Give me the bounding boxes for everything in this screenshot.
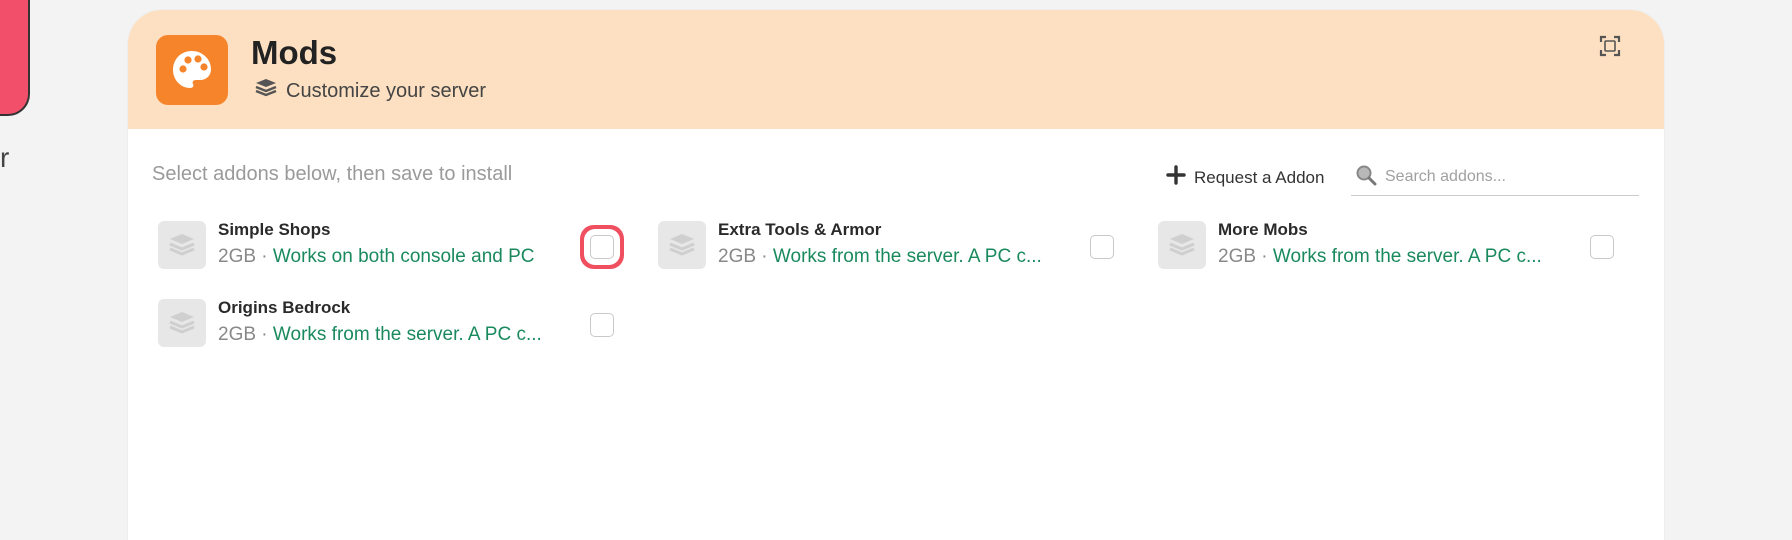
- addon-card[interactable]: Simple Shops 2GB · Works on both console …: [158, 218, 638, 284]
- mods-panel: Mods Customize your server Select addons…: [128, 10, 1664, 540]
- search-box: [1351, 159, 1639, 196]
- addon-name: Origins Bedrock: [218, 298, 351, 317]
- addon-thumbnail-icon: [158, 299, 206, 347]
- addon-size: 2GB: [218, 324, 257, 345]
- palette-icon: [156, 35, 228, 105]
- addon-separator: ·: [256, 246, 273, 267]
- addon-meta: 2GB · Works on both console and PC: [218, 246, 578, 268]
- addon-name: More Mobs: [1218, 220, 1308, 239]
- plus-icon: [1166, 165, 1186, 190]
- panel-header: Mods Customize your server: [128, 10, 1664, 129]
- search-icon: [1355, 164, 1377, 191]
- addon-thumbnail-icon: [658, 221, 706, 269]
- layers-icon: [254, 77, 278, 105]
- page-title: Mods: [251, 34, 338, 71]
- request-addon-label: Request a Addon: [1194, 167, 1325, 187]
- addon-meta: 2GB · Works from the server. A PC c...: [1218, 246, 1578, 268]
- side-text: r: [0, 142, 10, 173]
- addon-description: Works from the server. A PC c...: [1272, 246, 1542, 267]
- addon-name: Simple Shops: [218, 220, 331, 239]
- addon-toolbar: Select addons below, then save to instal…: [128, 129, 1664, 199]
- addon-checkbox[interactable]: [1590, 235, 1614, 259]
- search-input[interactable]: [1385, 168, 1625, 186]
- install-hint: Select addons below, then save to instal…: [152, 163, 513, 185]
- addon-checkbox[interactable]: [590, 235, 614, 259]
- addon-card[interactable]: Origins Bedrock 2GB · Works from the serv…: [158, 296, 638, 362]
- expand-icon[interactable]: [1598, 34, 1622, 58]
- addon-size: 2GB: [1218, 246, 1257, 267]
- addon-checkbox[interactable]: [1090, 235, 1114, 259]
- addon-size: 2GB: [718, 246, 757, 267]
- addon-separator: ·: [1256, 246, 1273, 267]
- page-subtitle: Customize your server: [254, 77, 486, 105]
- subtitle-text: Customize your server: [286, 79, 487, 102]
- addon-description: Works from the server. A PC c...: [772, 246, 1042, 267]
- addon-separator: ·: [756, 246, 773, 267]
- addon-meta: 2GB · Works from the server. A PC c...: [218, 324, 578, 346]
- addon-size: 2GB: [218, 246, 257, 267]
- addon-card[interactable]: Extra Tools & Armor 2GB · Works from the …: [658, 218, 1138, 284]
- addon-meta: 2GB · Works from the server. A PC c...: [718, 246, 1078, 268]
- addon-card[interactable]: More Mobs 2GB · Works from the server. A …: [1158, 218, 1638, 284]
- addon-name: Extra Tools & Armor: [718, 220, 882, 239]
- request-addon-button[interactable]: Request a Addon: [1166, 165, 1324, 190]
- side-card: [0, 0, 30, 116]
- addon-description: Works on both console and PC: [272, 246, 535, 267]
- addon-description: Works from the server. A PC c...: [272, 324, 542, 345]
- addon-thumbnail-icon: [158, 221, 206, 269]
- addon-separator: ·: [256, 324, 273, 345]
- addon-checkbox[interactable]: [590, 313, 614, 337]
- addon-thumbnail-icon: [1158, 221, 1206, 269]
